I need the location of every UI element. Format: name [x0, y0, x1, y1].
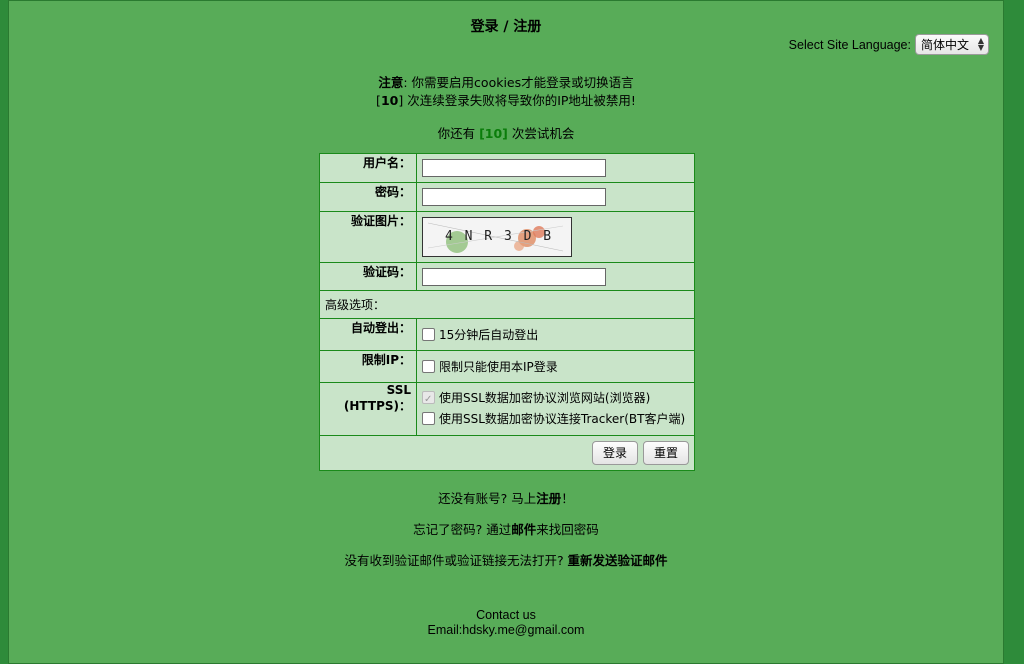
remaining-attempts: 你还有 [10] 次尝试机会	[9, 123, 1003, 142]
restrict-ip-cell: 限制只能使用本IP登录	[416, 350, 695, 383]
password-cell	[416, 182, 695, 212]
notice-line2: 次连续登录失败将导致你的IP地址被禁用!	[403, 93, 636, 108]
chevron-updown-icon: ▲ ▼	[977, 36, 984, 52]
language-select[interactable]: 简体中文 ▲ ▼	[915, 34, 989, 55]
autologout-cell: 15分钟后自动登出	[416, 318, 695, 351]
notice-bold: 注意	[378, 75, 404, 90]
forgot-suffix: 来找回密码	[536, 522, 599, 537]
cookie-notice: 注意: 你需要启用cookies才能登录或切换语言 [10] 次连续登录失败将导…	[376, 75, 636, 108]
contact-us-link[interactable]: Contact us	[9, 608, 1003, 623]
language-selected-value: 简体中文	[921, 38, 970, 52]
notice-line1: : 你需要启用cookies才能登录或切换语言	[403, 75, 634, 90]
captcha-text: 4 N R 3 D B	[445, 229, 554, 244]
forgot-prefix: 忘记了密码? 通过	[413, 522, 512, 537]
remaining-prefix: 你还有	[437, 126, 480, 141]
captcha-cell: 4 N R 3 D B	[416, 211, 695, 263]
register-link[interactable]: 注册	[536, 491, 561, 506]
ssl-browse-checkbox[interactable]	[422, 389, 435, 410]
ssl-browse-option: 使用SSL数据加密协议浏览网站(浏览器)	[439, 391, 651, 405]
password-input[interactable]	[422, 188, 606, 206]
notice-count: 10	[380, 93, 399, 108]
register-suffix: ！	[561, 491, 574, 506]
password-label: 密码：	[319, 182, 417, 212]
contact-email: Email:hdsky.me@gmail.com	[427, 623, 585, 637]
remaining-count: [10]	[479, 126, 508, 141]
language-label: Select Site Language:	[788, 37, 911, 52]
code-label: 验证码：	[319, 262, 417, 291]
language-selector: Select Site Language: 简体中文 ▲ ▼	[789, 34, 989, 55]
verification-code-input[interactable]	[422, 267, 606, 286]
resend-verification-prompt: 没有收到验证邮件或验证链接无法打开? 重新发送验证邮件	[9, 550, 1003, 569]
autologout-checkbox[interactable]	[422, 328, 435, 341]
autologout-label: 自动登出：	[319, 318, 417, 351]
captcha-image[interactable]: 4 N R 3 D B	[422, 217, 572, 257]
remaining-suffix: 次尝试机会	[507, 126, 575, 141]
ssl-label: SSL (HTTPS)：	[319, 382, 417, 436]
register-prompt: 还没有账号? 马上注册！	[9, 488, 1003, 507]
register-prefix: 还没有账号? 马上	[438, 491, 537, 506]
username-label: 用户名：	[319, 153, 417, 183]
login-page: 登录 / 注册 Select Site Language: 简体中文 ▲ ▼ 注意…	[8, 0, 1004, 664]
username-input[interactable]	[422, 159, 606, 177]
code-cell	[416, 262, 695, 291]
restrict-ip-option: 限制只能使用本IP登录	[439, 360, 558, 374]
username-cell	[416, 153, 695, 183]
ssl-cell: 使用SSL数据加密协议浏览网站(浏览器) 使用SSL数据加密协议连接Tracke…	[416, 382, 695, 436]
resend-prefix: 没有收到验证邮件或验证链接无法打开?	[344, 553, 568, 568]
reset-button[interactable]: 重置	[642, 441, 689, 465]
restrict-ip-label: 限制IP：	[319, 350, 417, 383]
autologout-option: 15分钟后自动登出	[439, 328, 539, 342]
ssl-tracker-checkbox[interactable]	[422, 412, 435, 425]
advanced-options-label: 高级选项：	[319, 290, 695, 319]
email-recovery-link[interactable]: 邮件	[511, 522, 536, 537]
login-form: 用户名： 密码： 验证图片： 4 N R 3 D B 验证码： 高级选项： 自动…	[319, 153, 695, 471]
forgot-password-prompt: 忘记了密码? 通过邮件来找回密码	[9, 519, 1003, 538]
form-actions: 登录 重置	[319, 435, 695, 471]
captcha-label: 验证图片：	[319, 211, 417, 263]
resend-verification-link[interactable]: 重新发送验证邮件	[568, 553, 668, 568]
login-button[interactable]: 登录	[591, 441, 638, 465]
footer: Contact us Email:hdsky.me@gmail.com	[9, 608, 1003, 638]
page-title: 登录 / 注册	[470, 19, 542, 35]
restrict-ip-checkbox[interactable]	[422, 360, 435, 373]
ssl-tracker-option: 使用SSL数据加密协议连接Tracker(BT客户端)	[439, 412, 686, 426]
